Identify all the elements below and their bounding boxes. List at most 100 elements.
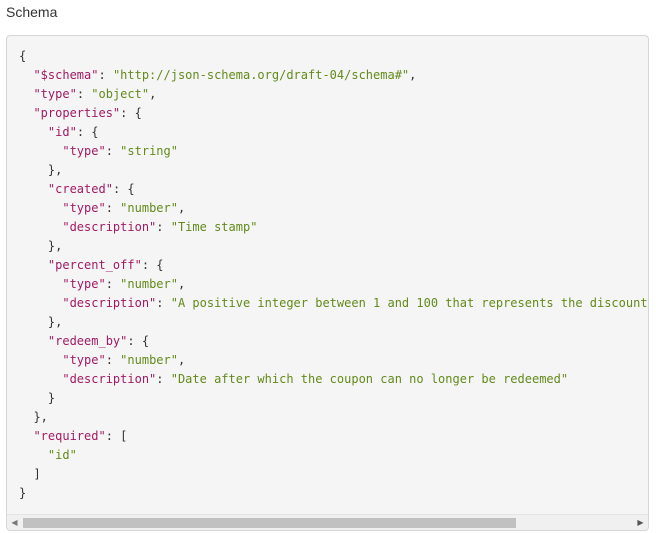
code-line: "description": "Time stamp" <box>19 218 648 237</box>
json-key: "type" <box>62 277 106 291</box>
json-punctuation <box>19 353 62 367</box>
horizontal-scrollbar[interactable]: ◀ ▶ <box>7 514 648 530</box>
json-punctuation <box>19 182 48 196</box>
code-line: { <box>19 47 648 66</box>
json-punctuation: : <box>105 277 121 291</box>
json-key: "type" <box>62 144 106 158</box>
json-key: "redeem_by" <box>47 334 128 348</box>
code-line: } <box>19 484 648 503</box>
json-punctuation: } <box>19 391 56 405</box>
json-punctuation: : { <box>112 182 135 196</box>
json-punctuation <box>19 144 62 158</box>
json-punctuation: , <box>177 353 186 367</box>
code-line: "type": "object", <box>19 85 648 104</box>
json-punctuation: : <box>76 87 92 101</box>
json-key: "properties" <box>33 106 121 120</box>
code-content: { "$schema": "http://json-schema.org/dra… <box>19 47 649 503</box>
code-line: "redeem_by": { <box>19 332 648 351</box>
json-punctuation: , <box>177 277 186 291</box>
json-punctuation: : <box>105 144 121 158</box>
code-line: }, <box>19 313 648 332</box>
code-line: "id": { <box>19 123 648 142</box>
section-title: Schema <box>6 4 58 20</box>
json-punctuation: }, <box>19 410 48 424</box>
json-punctuation: : <box>105 201 121 215</box>
json-punctuation <box>19 106 33 120</box>
json-string: "http://json-schema.org/draft-04/schema#… <box>112 68 410 82</box>
json-punctuation: : <box>98 68 113 82</box>
json-punctuation <box>19 125 48 139</box>
code-line: }, <box>19 408 648 427</box>
json-punctuation: : { <box>120 106 142 120</box>
json-punctuation <box>19 372 62 386</box>
code-line: "description": "A positive integer betwe… <box>19 294 649 313</box>
json-punctuation <box>19 448 48 462</box>
code-line: }, <box>19 237 648 256</box>
json-key: "percent_off" <box>47 258 142 272</box>
json-punctuation <box>19 334 48 348</box>
json-string: "number" <box>120 277 178 291</box>
scroll-left-icon[interactable]: ◀ <box>7 515 22 530</box>
json-punctuation: : { <box>76 125 99 139</box>
json-key: "type" <box>62 353 106 367</box>
json-punctuation: , <box>409 68 417 82</box>
json-punctuation: : [ <box>105 429 128 443</box>
json-punctuation: : <box>156 372 171 386</box>
code-line: "type": "number", <box>19 275 648 294</box>
json-string: "A positive integer between 1 and 100 th… <box>170 296 649 310</box>
code-line: "$schema": "http://json-schema.org/draft… <box>19 66 648 85</box>
json-punctuation: }, <box>19 239 63 253</box>
json-key: "type" <box>62 201 106 215</box>
json-string: "number" <box>120 201 178 215</box>
json-punctuation <box>19 296 62 310</box>
json-string: "Time stamp" <box>170 220 258 234</box>
json-punctuation: { <box>19 49 27 63</box>
code-line: "created": { <box>19 180 648 199</box>
json-punctuation <box>19 277 62 291</box>
json-punctuation <box>19 68 33 82</box>
json-punctuation <box>19 87 33 101</box>
code-line: "type": "number", <box>19 351 648 370</box>
code-line: "properties": { <box>19 104 648 123</box>
json-key: "id" <box>47 125 77 139</box>
code-line: "required": [ <box>19 427 648 446</box>
scrollbar-thumb[interactable] <box>23 518 517 528</box>
json-key: "required" <box>33 429 106 443</box>
scrollbar-track[interactable] <box>23 518 632 528</box>
json-key: "created" <box>47 182 113 196</box>
json-punctuation: }, <box>19 315 63 329</box>
json-punctuation: ] <box>19 467 41 481</box>
json-punctuation <box>19 220 62 234</box>
json-punctuation: , <box>149 87 157 101</box>
json-string: "object" <box>91 87 150 101</box>
code-line: "type": "number", <box>19 199 648 218</box>
json-string: "Date after which the coupon can no long… <box>170 372 569 386</box>
code-line: "description": "Date after which the cou… <box>19 370 648 389</box>
json-punctuation: : <box>156 296 171 310</box>
json-punctuation: : <box>105 353 121 367</box>
code-block: { "$schema": "http://json-schema.org/dra… <box>6 35 649 531</box>
json-punctuation: : <box>156 220 171 234</box>
code-line: ] <box>19 465 648 484</box>
json-string: "id" <box>47 448 77 462</box>
json-punctuation <box>19 258 48 272</box>
scroll-right-icon[interactable]: ▶ <box>633 515 648 530</box>
code-line: } <box>19 389 648 408</box>
code-line: "percent_off": { <box>19 256 648 275</box>
json-punctuation: : { <box>127 334 150 348</box>
json-punctuation <box>19 201 62 215</box>
json-string: "string" <box>120 144 178 158</box>
json-punctuation: , <box>177 201 186 215</box>
json-punctuation: : { <box>141 258 164 272</box>
code-line: }, <box>19 161 648 180</box>
code-line: "type": "string" <box>19 142 648 161</box>
json-punctuation: } <box>19 486 27 500</box>
json-punctuation: }, <box>19 163 63 177</box>
code-line: "id" <box>19 446 648 465</box>
json-key: "description" <box>62 296 157 310</box>
json-key: "description" <box>62 220 157 234</box>
json-key: "type" <box>33 87 77 101</box>
json-key: "description" <box>62 372 157 386</box>
json-punctuation <box>19 429 33 443</box>
json-string: "number" <box>120 353 178 367</box>
